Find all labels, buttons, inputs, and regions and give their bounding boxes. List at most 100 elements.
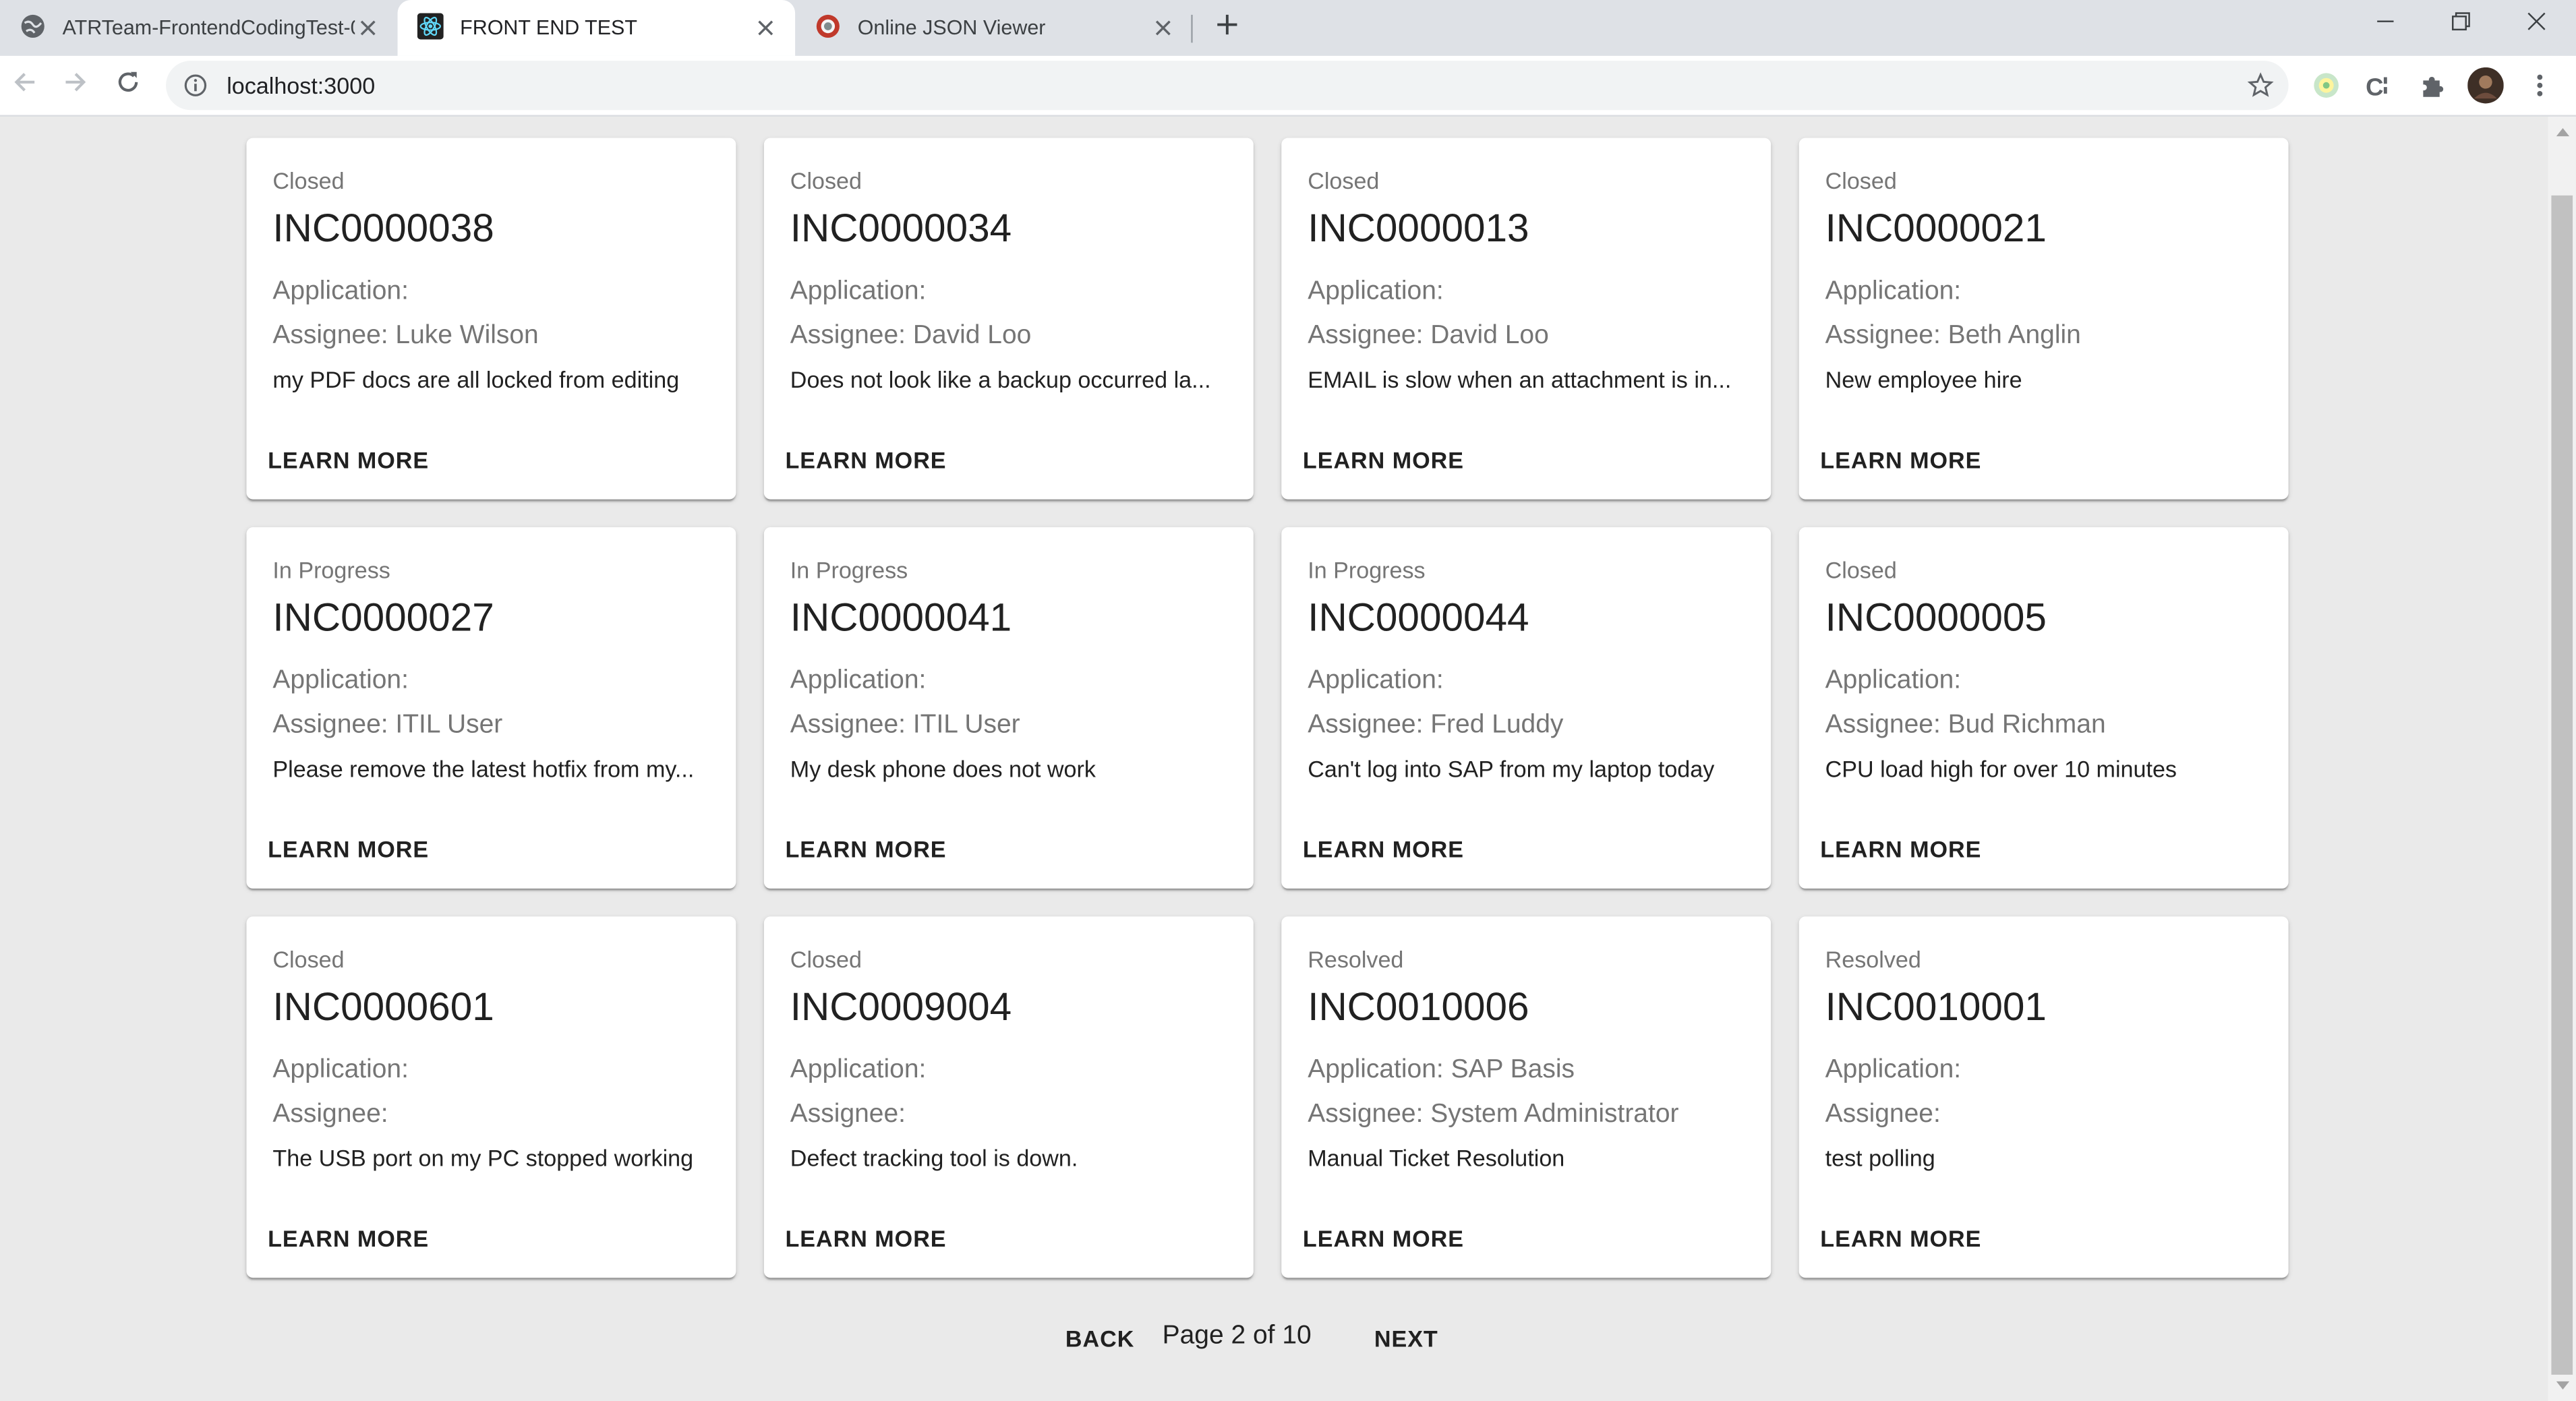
incident-card: Closed INC0000021 Application: Assignee: Be…: [1798, 138, 2289, 500]
incident-number: INC0000044: [1308, 596, 1529, 641]
star-icon[interactable]: [2247, 72, 2274, 98]
scrollbar[interactable]: [2548, 116, 2576, 1401]
incident-application: Application:: [790, 667, 927, 695]
incident-assignee: Assignee: Luke Wilson: [272, 322, 539, 350]
incident-status: Closed: [272, 946, 345, 973]
scroll-up-arrow[interactable]: [2548, 120, 2576, 143]
incident-application: Application:: [790, 277, 927, 306]
incident-application: Application:: [272, 667, 409, 695]
extension-c-icon[interactable]: C: [2361, 67, 2397, 104]
learn-more-button[interactable]: LEARN MORE: [1820, 836, 1981, 862]
incident-description: test polling: [1825, 1144, 1935, 1171]
incident-number: INC0000601: [272, 985, 494, 1030]
incident-number: INC0000038: [272, 206, 494, 251]
incident-number: INC0000027: [272, 596, 494, 641]
close-icon[interactable]: [355, 15, 381, 41]
react-icon: [417, 12, 444, 43]
learn-more-button[interactable]: LEARN MORE: [1303, 1225, 1464, 1251]
menu-dots-icon[interactable]: [2522, 67, 2558, 104]
incident-status: Closed: [1825, 556, 1897, 583]
arrow-left-icon: [11, 68, 38, 102]
incident-assignee: Assignee: System Administrator: [1308, 1100, 1679, 1129]
learn-more-button[interactable]: LEARN MORE: [1820, 1225, 1981, 1251]
incident-assignee: Assignee: David Loo: [1308, 322, 1549, 350]
reload-button[interactable]: [107, 64, 149, 107]
json-viewer-icon: [815, 12, 841, 43]
page-viewport: Closed INC0000038 Application: Assignee: Lu…: [0, 116, 2576, 1401]
learn-more-button[interactable]: LEARN MORE: [268, 447, 429, 473]
extension-color-icon[interactable]: [2308, 67, 2345, 104]
incident-assignee: Assignee: David Loo: [790, 322, 1032, 350]
incident-card: Resolved INC0010006 Application: SAP Basis…: [1281, 916, 1772, 1278]
incident-description: New employee hire: [1825, 366, 2022, 393]
url-text: localhost:3000: [227, 72, 376, 99]
forward-nav-button[interactable]: [54, 64, 96, 107]
incident-number: INC0000013: [1308, 206, 1529, 251]
incident-number: INC0000041: [790, 596, 1012, 641]
reload-icon: [115, 68, 142, 102]
incident-card: Closed INC0000034 Application: Assignee: Da…: [763, 138, 1254, 500]
learn-more-button[interactable]: LEARN MORE: [786, 1225, 947, 1251]
tab-atrteam[interactable]: ATRTeam-FrontendCodingTest-0: [0, 0, 398, 56]
back-button[interactable]: BACK: [1065, 1325, 1134, 1352]
tab-title: Online JSON Viewer: [857, 16, 1046, 40]
restore-button[interactable]: [2423, 0, 2498, 49]
learn-more-button[interactable]: LEARN MORE: [786, 836, 947, 862]
incident-card: Resolved INC0010001 Application: Assignee: t…: [1798, 916, 2289, 1278]
incident-card-grid: Closed INC0000038 Application: Assignee: Lu…: [246, 138, 2289, 1278]
incident-description: Does not look like a backup occurred la.…: [790, 366, 1211, 393]
close-window-button[interactable]: [2498, 0, 2574, 49]
incident-status: In Progress: [272, 556, 390, 583]
incident-description: my PDF docs are all locked from editing: [272, 366, 680, 393]
incident-status: Closed: [790, 946, 862, 973]
tab-title: ATRTeam-FrontendCodingTest-0: [62, 16, 355, 40]
incident-assignee: Assignee: Beth Anglin: [1825, 322, 2081, 350]
incident-description: EMAIL is slow when an attachment is in..…: [1308, 366, 1732, 393]
incident-application: Application:: [272, 277, 409, 306]
back-nav-button[interactable]: [3, 64, 46, 107]
incident-status: Resolved: [1825, 946, 1921, 973]
puzzle-icon[interactable]: [2415, 67, 2451, 104]
svg-text:C: C: [2366, 73, 2383, 100]
incident-status: Closed: [1825, 167, 1897, 194]
avatar[interactable]: [2467, 67, 2504, 104]
tab-front-end-test[interactable]: FRONT END TEST: [397, 0, 796, 56]
tab-online-json-viewer[interactable]: Online JSON Viewer: [795, 0, 1193, 56]
scroll-down-arrow[interactable]: [2548, 1375, 2576, 1398]
incident-application: Application:: [1825, 277, 1962, 306]
incident-card: Closed INC0000005 Application: Assignee: Bu…: [1798, 527, 2289, 889]
incident-card: Closed INC0000038 Application: Assignee: Lu…: [246, 138, 736, 500]
address-bar[interactable]: localhost:3000: [166, 61, 2289, 111]
tab-title: FRONT END TEST: [460, 16, 637, 40]
next-button[interactable]: NEXT: [1374, 1325, 1438, 1352]
incident-application: Application:: [1825, 667, 1962, 695]
learn-more-button[interactable]: LEARN MORE: [1303, 447, 1464, 473]
close-icon[interactable]: [1150, 15, 1176, 41]
scrollbar-thumb[interactable]: [2551, 195, 2573, 1375]
incident-application: Application:: [272, 1056, 409, 1084]
pagination: BACK Page 2 of 10 NEXT: [0, 1321, 2548, 1360]
incident-card: In Progress INC0000027 Application: Assigne…: [246, 527, 736, 889]
learn-more-button[interactable]: LEARN MORE: [268, 836, 429, 862]
incident-application: Application: SAP Basis: [1308, 1056, 1575, 1084]
close-icon[interactable]: [753, 15, 779, 41]
info-icon[interactable]: [184, 74, 207, 97]
incident-assignee: Assignee: ITIL User: [272, 711, 503, 740]
incident-card: Closed INC0000013 Application: Assignee: Da…: [1281, 138, 1772, 500]
incident-assignee: Assignee: Fred Luddy: [1308, 711, 1564, 740]
incident-application: Application:: [1308, 277, 1444, 306]
incident-description: Manual Ticket Resolution: [1308, 1144, 1565, 1171]
new-tab-button[interactable]: [1208, 8, 1247, 47]
learn-more-button[interactable]: LEARN MORE: [1303, 836, 1464, 862]
learn-more-button[interactable]: LEARN MORE: [268, 1225, 429, 1251]
incident-description: My desk phone does not work: [790, 755, 1096, 782]
arrow-right-icon: [63, 68, 89, 102]
incident-description: Can't log into SAP from my laptop today: [1308, 755, 1715, 782]
browser-toolbar: localhost:3000 C: [0, 55, 2576, 117]
minimize-button[interactable]: [2347, 0, 2423, 49]
incident-application: Application:: [1308, 667, 1444, 695]
incident-number: INC0010006: [1308, 985, 1529, 1030]
learn-more-button[interactable]: LEARN MORE: [786, 447, 947, 473]
incident-card: Closed INC0000601 Application: Assignee: The…: [246, 916, 736, 1278]
learn-more-button[interactable]: LEARN MORE: [1820, 447, 1981, 473]
